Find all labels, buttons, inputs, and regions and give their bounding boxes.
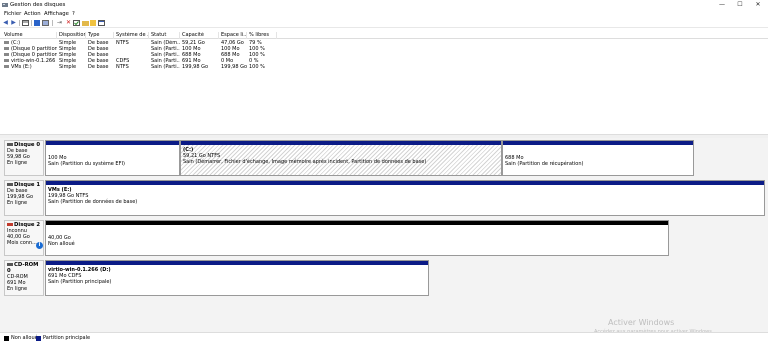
column-free-percent[interactable]: % libres xyxy=(247,32,277,39)
column-free-space[interactable]: Espace li... xyxy=(219,32,247,39)
disk-management-icon xyxy=(2,3,8,7)
legend: Non alloué Partition principale xyxy=(0,332,768,342)
primary-partition-bar xyxy=(503,141,693,145)
menu-help[interactable]: ? xyxy=(72,11,75,17)
disk-status: En ligne xyxy=(7,160,28,166)
properties-icon[interactable] xyxy=(42,20,49,26)
table-row[interactable]: VMs (E:) Simple De base NTFS Sain (Parti... 1… xyxy=(0,64,768,70)
column-type[interactable]: Type xyxy=(86,32,114,39)
list-view-icon[interactable] xyxy=(22,20,29,26)
window-title: Gestion des disques xyxy=(10,2,66,8)
partition-status: Sain (Partition de récupération) xyxy=(505,161,584,167)
partition-recovery[interactable]: 688 Mo Sain (Partition de récupération) xyxy=(502,140,694,176)
cell-capacity: 199,98 Go xyxy=(182,64,209,70)
partition-status: Sain (Partition de données de base) xyxy=(48,199,138,205)
column-filesystem[interactable]: Système de ... xyxy=(114,32,149,39)
partition-status: Sain (Partition principale) xyxy=(48,279,112,285)
maximize-button[interactable]: ☐ xyxy=(730,0,750,10)
cell-volume: VMs (E:) xyxy=(2,64,57,70)
partition-status: Sain (Démarrer, Fichier d'échange, Image… xyxy=(183,159,427,165)
delete-icon[interactable]: ✕ xyxy=(65,20,72,26)
legend-swatch-unallocated xyxy=(4,336,9,341)
primary-partition-bar xyxy=(46,141,179,145)
legend-primary: Partition principale xyxy=(43,335,91,341)
column-capacity[interactable]: Capacité xyxy=(180,32,219,39)
disk-0-label[interactable]: Disque 0 De base 59,98 Go En ligne xyxy=(4,140,44,176)
cell-filesystem: NTFS xyxy=(116,64,129,70)
disk-2-label[interactable]: Disque 2 Inconnu 40,00 Go Mois conn... i xyxy=(4,220,44,256)
partition-cdrom[interactable]: virtio-win-0.1.266 (D:) 691 Mo CDFS Sain… xyxy=(45,260,429,296)
info-icon[interactable]: i xyxy=(36,242,43,249)
partition-efi[interactable]: 100 Mo Sain (Partition du système EFI) xyxy=(45,140,180,176)
disk-status: En ligne xyxy=(7,200,28,206)
folder-icon[interactable] xyxy=(82,20,89,26)
cell-status: Sain (Parti... xyxy=(151,64,180,70)
activation-watermark-title: Activer Windows xyxy=(608,318,675,327)
legend-unallocated: Non alloué xyxy=(11,335,38,341)
volume-name: VMs (E:) xyxy=(11,64,32,70)
partition-vms[interactable]: VMs (E:) 199,98 Go NTFS Sain (Partition … xyxy=(45,180,765,216)
volume-icon xyxy=(4,53,9,56)
toolbar: ◀ ▶ ⇥ ✕ xyxy=(0,18,768,28)
volume-icon xyxy=(4,65,9,68)
cell-free-percent: 100 % xyxy=(249,64,265,70)
menu-fichier[interactable]: Fichier xyxy=(4,11,21,17)
toolbar-separator xyxy=(19,20,20,26)
cell-disposition: Simple xyxy=(59,64,77,70)
volume-icon xyxy=(4,41,9,44)
disk-status: En ligne xyxy=(7,286,28,292)
check-icon[interactable] xyxy=(73,20,80,26)
toolbar-separator xyxy=(31,20,32,26)
toolbar-separator xyxy=(52,20,53,26)
primary-partition-bar xyxy=(181,141,501,145)
volume-icon xyxy=(4,59,9,62)
column-disposition[interactable]: Disposition xyxy=(57,32,86,39)
cell-type: De base xyxy=(88,64,109,70)
column-status[interactable]: Statut xyxy=(149,32,180,39)
close-button[interactable]: ✕ xyxy=(748,0,768,10)
menu-action[interactable]: Action xyxy=(24,11,41,17)
view-icon[interactable] xyxy=(98,20,105,26)
menu-affichage[interactable]: Affichage xyxy=(44,11,69,17)
forward-icon[interactable]: ▶ xyxy=(10,20,17,26)
volume-list: Volume Disposition Type Système de ... S… xyxy=(0,32,768,134)
partition-status: Non alloué xyxy=(48,241,75,247)
refresh-icon[interactable] xyxy=(90,20,97,26)
minimize-button[interactable]: — xyxy=(712,0,732,10)
volume-icon xyxy=(4,47,9,50)
cell-free-space: 199,98 Go xyxy=(221,64,247,70)
cdrom-icon xyxy=(7,263,13,266)
primary-partition-bar xyxy=(46,261,428,265)
title-bar: Gestion des disques — ☐ ✕ xyxy=(0,0,768,10)
disk-icon xyxy=(7,143,13,146)
back-icon[interactable]: ◀ xyxy=(2,20,9,26)
partition-c[interactable]: (C:) 59,21 Go NTFS Sain (Démarrer, Fichi… xyxy=(180,140,502,176)
partition-unallocated[interactable]: 40,00 Go Non alloué xyxy=(45,220,669,256)
disk-view: Disque 0 De base 59,98 Go En ligne 100 M… xyxy=(0,138,768,335)
partition-status: Sain (Partition du système EFI) xyxy=(48,161,125,167)
disk-1-label[interactable]: Disque 1 De base 199,98 Go En ligne xyxy=(4,180,44,216)
menu-bar: Fichier Action Affichage ? xyxy=(0,10,768,18)
disk-offline-icon xyxy=(7,223,13,226)
volume-list-header: Volume Disposition Type Système de ... S… xyxy=(0,32,768,39)
cdrom-0-label[interactable]: CD-ROM 0 CD-ROM 691 Mo En ligne xyxy=(4,260,44,296)
disk-icon xyxy=(7,183,13,186)
unallocated-bar xyxy=(46,221,668,225)
primary-partition-bar xyxy=(46,181,764,185)
connect-icon[interactable]: ⇥ xyxy=(56,20,63,26)
help-icon[interactable] xyxy=(34,20,41,26)
legend-swatch-primary xyxy=(36,336,41,341)
column-volume[interactable]: Volume xyxy=(2,32,57,39)
